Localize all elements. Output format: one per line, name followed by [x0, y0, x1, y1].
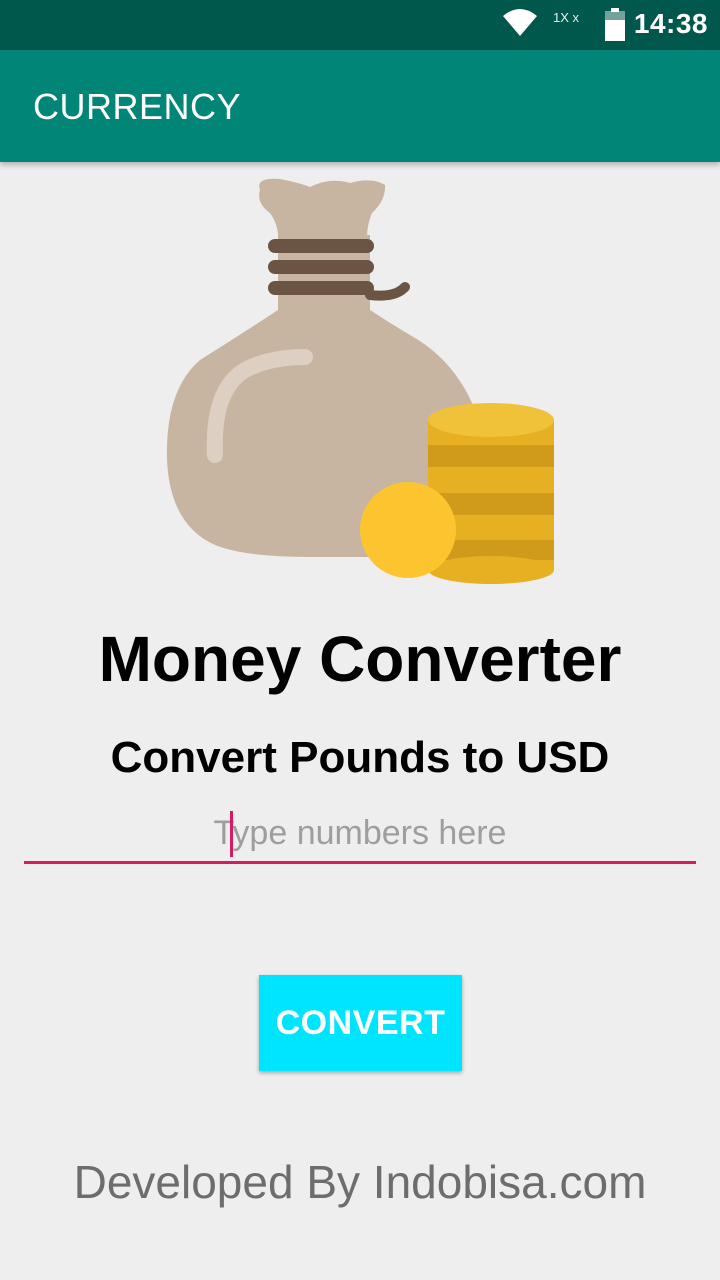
status-bar: 1X x 14:38	[0, 0, 720, 50]
developer-credit: Developed By Indobisa.com	[73, 1156, 647, 1208]
app-title: CURRENCY	[33, 86, 242, 127]
page-subtitle: Convert Pounds to USD	[110, 733, 610, 782]
text-cursor	[230, 811, 233, 857]
app-bar: CURRENCY	[0, 50, 720, 162]
battery-icon	[604, 8, 626, 46]
status-time: 14:38	[633, 8, 708, 39]
money-bag-illustration	[160, 175, 560, 589]
wifi-icon	[502, 8, 538, 42]
signal-icon: 1X x	[553, 10, 580, 25]
amount-input[interactable]	[24, 805, 696, 864]
page-title: Money Converter	[98, 623, 622, 695]
amount-input-container	[24, 805, 696, 867]
convert-button[interactable]: CONVERT	[259, 975, 462, 1071]
